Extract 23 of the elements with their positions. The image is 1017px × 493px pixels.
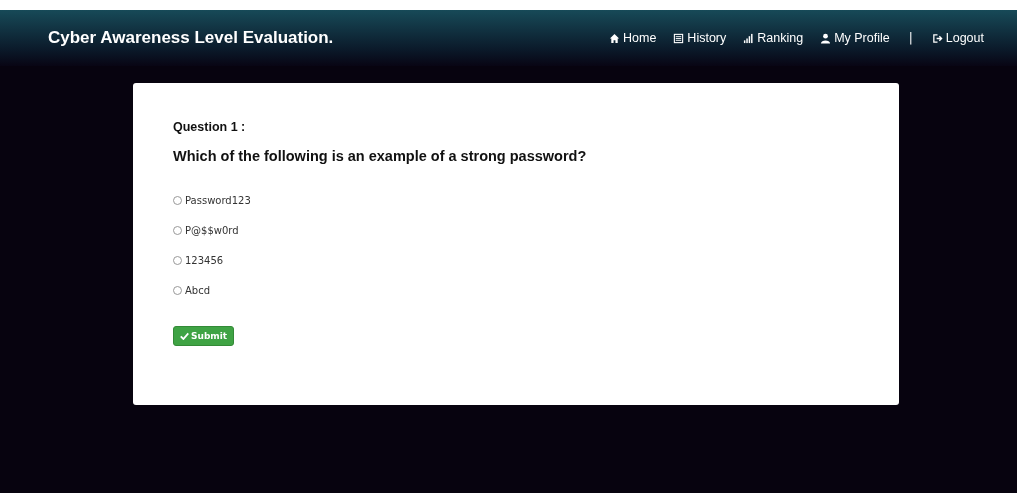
radio-button[interactable] xyxy=(173,226,182,235)
nav-link[interactable]: Logout xyxy=(931,31,984,45)
radio-button[interactable] xyxy=(173,196,182,205)
signal-bars-icon xyxy=(743,32,755,44)
option-label: Abcd xyxy=(185,285,211,296)
user-icon xyxy=(820,32,832,44)
nav-link[interactable]: My Profile xyxy=(820,31,890,45)
option-label: Password123 xyxy=(185,195,251,206)
radio-button[interactable] xyxy=(173,256,182,265)
nav-link[interactable]: History xyxy=(673,31,727,45)
site-title[interactable]: Cyber Awareness Level Evaluation. xyxy=(48,28,334,48)
radio-button[interactable] xyxy=(173,286,182,295)
option-label: 123456 xyxy=(185,255,224,266)
nav-link[interactable]: Ranking xyxy=(743,31,804,45)
checkmark-icon xyxy=(180,332,189,340)
nav-separator: | xyxy=(908,31,913,45)
home-icon xyxy=(609,32,620,44)
logout-icon xyxy=(931,32,943,44)
question-text: Which of the following is an example of a strong password? xyxy=(173,148,587,164)
nav-link[interactable]: Home xyxy=(609,31,657,45)
question-number: Question 1 : xyxy=(173,120,246,134)
list-icon xyxy=(673,32,685,44)
option-label: P@$$w0rd xyxy=(185,225,239,236)
